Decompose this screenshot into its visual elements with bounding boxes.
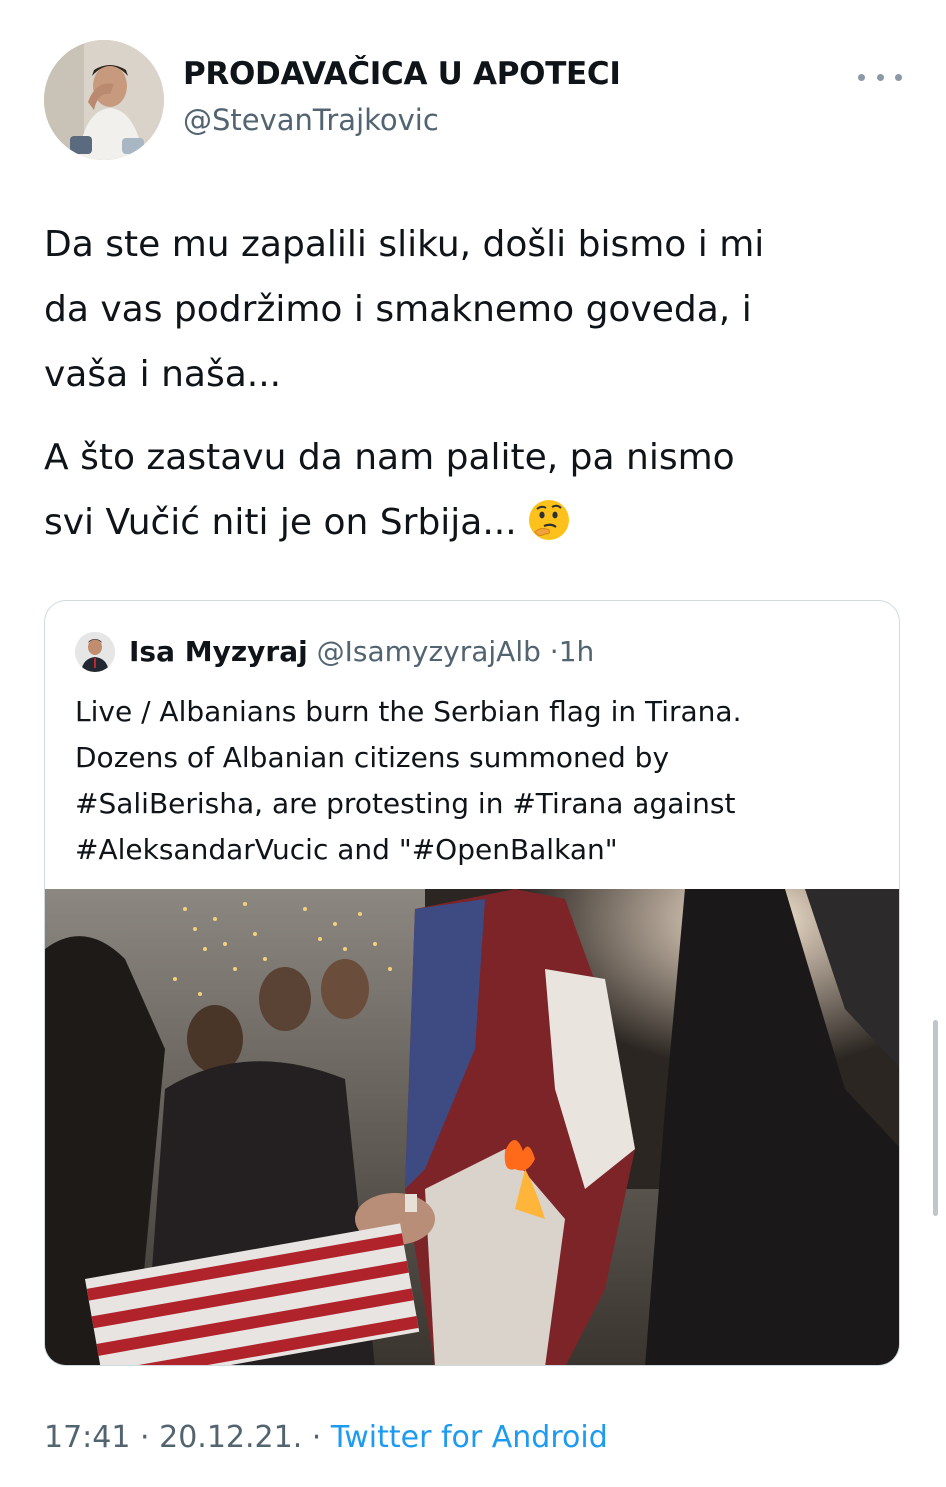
quoted-tweet-media[interactable] (45, 889, 899, 1365)
scrollbar[interactable] (933, 1020, 938, 1216)
quoted-time[interactable]: 1h (559, 635, 595, 668)
quoted-author-avatar[interactable] (75, 632, 115, 672)
tweet-text-paragraph-2: A što zastavu da nam palite, pa nismo sv… (44, 425, 914, 555)
tweet-text-paragraph-2-text: A što zastavu da nam palite, pa nismo sv… (44, 437, 735, 543)
tweet-source-link[interactable]: Twitter for Android (331, 1420, 608, 1455)
quoted-tweet-card[interactable]: Isa Myzyraj @IsamyzyrajAlb ·1h Live / Al… (44, 600, 900, 1366)
more-horizontal-icon[interactable] (858, 60, 902, 94)
footer-separator: · (140, 1420, 150, 1455)
tweet-time[interactable]: 17:41 (44, 1420, 130, 1455)
author-display-name[interactable]: PRODAVAČICA U APOTECI (183, 56, 621, 92)
quoted-separator: · (549, 635, 559, 668)
footer-separator: · (311, 1420, 322, 1455)
quoted-tweet-header: Isa Myzyraj @IsamyzyrajAlb ·1h (129, 634, 594, 670)
tweet-text-paragraph-1: Da ste mu zapalili sliku, došli bismo i … (44, 224, 765, 395)
author-avatar[interactable] (44, 40, 164, 160)
author-handle[interactable]: @StevanTrajkovic (183, 103, 439, 137)
tweet-footer: 17:41 · 20.12.21. · Twitter for Android (44, 1420, 608, 1455)
quoted-author-handle[interactable]: @IsamyzyrajAlb (317, 635, 541, 668)
tweet-date[interactable]: 20.12.21. (159, 1420, 302, 1455)
protest-photo (45, 889, 899, 1365)
quoted-author-name[interactable]: Isa Myzyraj (129, 635, 308, 668)
more-dot (858, 73, 865, 81)
more-dot (895, 73, 902, 81)
thinking-face-icon (527, 498, 571, 542)
quoted-tweet-text: Live / Albanians burn the Serbian flag i… (75, 695, 742, 866)
more-dot (876, 73, 884, 81)
